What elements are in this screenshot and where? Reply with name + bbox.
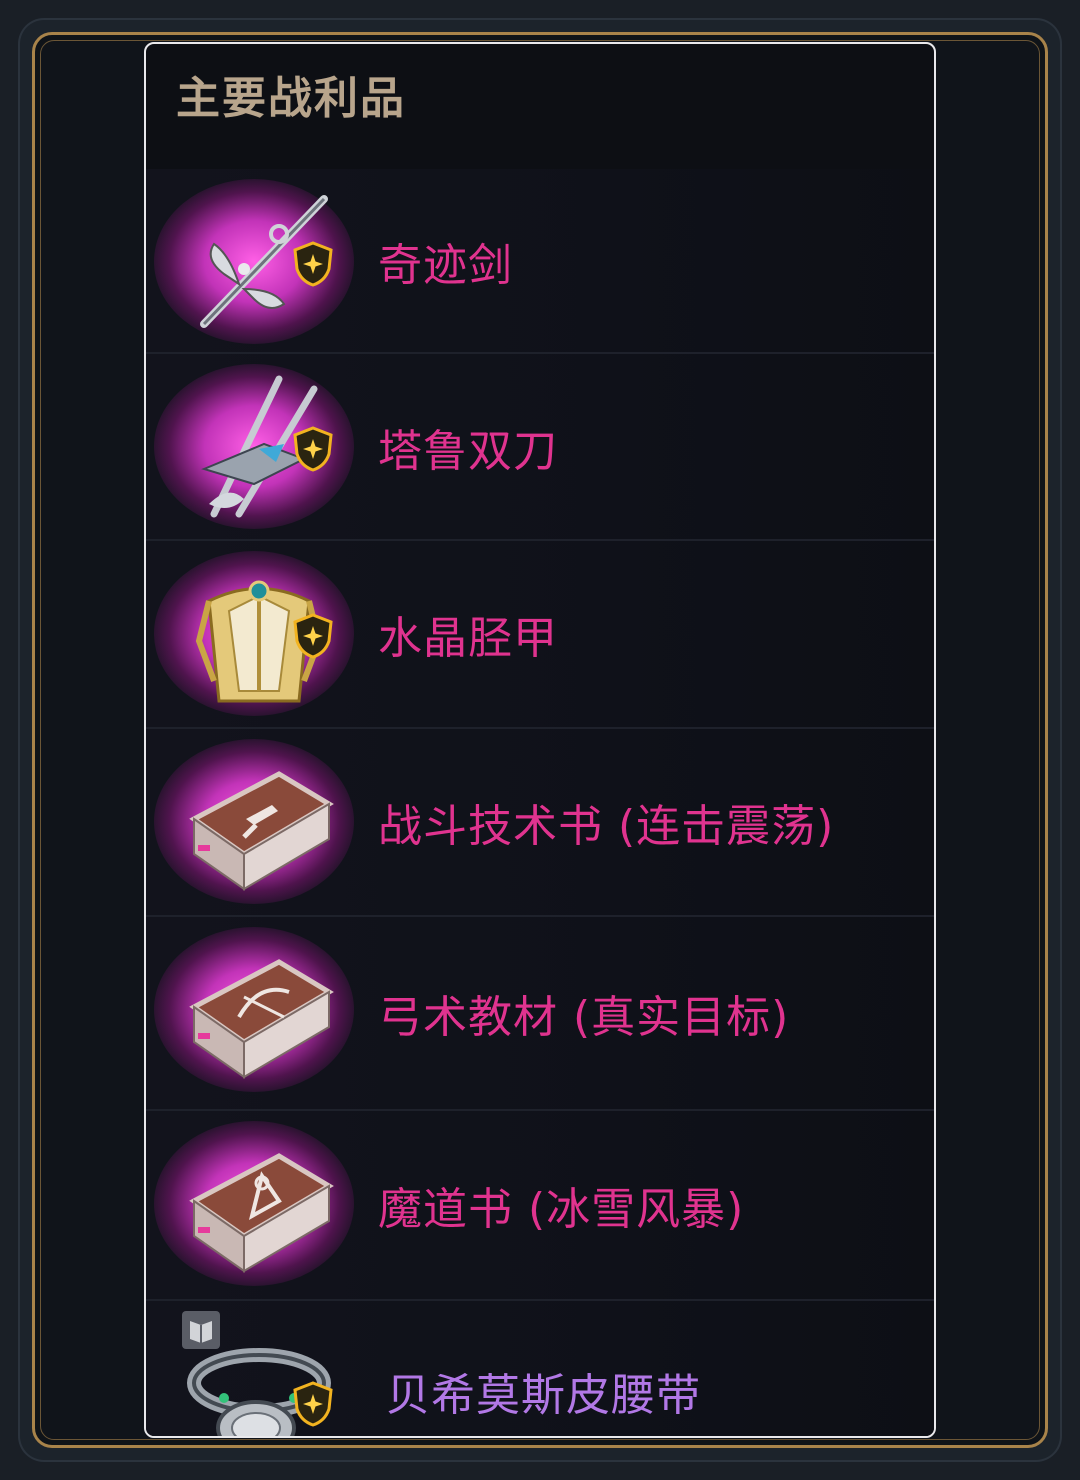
loot-item-miracle-sword[interactable]: 奇迹剑 xyxy=(146,169,934,354)
item-name: 魔道书 (冰雪风暴) xyxy=(378,1184,745,1235)
shield-badge-icon xyxy=(292,1381,334,1427)
shield-badge-icon xyxy=(292,241,334,287)
loot-item-archery-book[interactable]: 弓术教材 (真实目标) xyxy=(146,917,934,1111)
loot-item-behemoth-belt[interactable]: 贝希莫斯皮腰带 xyxy=(146,1301,934,1436)
loot-item-dual-blades[interactable]: 塔鲁双刀 xyxy=(146,354,934,541)
loot-list: 奇迹剑 塔鲁双刀 水晶胫甲 战斗技术书 (连击震荡) 弓术教材 (真实目标) 魔… xyxy=(146,169,934,1436)
item-name: 塔鲁双刀 xyxy=(378,425,558,477)
loot-item-crystal-greaves[interactable]: 水晶胫甲 xyxy=(146,541,934,729)
loot-item-combat-book[interactable]: 战斗技术书 (连击震荡) xyxy=(146,729,934,917)
loot-item-magic-book[interactable]: 魔道书 (冰雪风暴) xyxy=(146,1111,934,1301)
loot-panel: 主要战利品 奇迹剑 塔鲁双刀 水晶胫甲 战斗技术书 (连击震荡) 弓术教材 (真… xyxy=(144,42,936,1438)
shield-badge-icon xyxy=(292,613,334,659)
skill-book-icon xyxy=(184,1131,334,1281)
item-name: 弓术教材 (真实目标) xyxy=(378,992,790,1043)
item-name: 水晶胫甲 xyxy=(378,613,558,664)
shield-badge-icon xyxy=(292,426,334,472)
item-name: 战斗技术书 (连击震荡) xyxy=(378,801,835,852)
item-name: 贝希莫斯皮腰带 xyxy=(386,1370,701,1421)
panel-title: 主要战利品 xyxy=(176,73,406,124)
skill-book-icon xyxy=(184,749,334,899)
item-name: 奇迹剑 xyxy=(378,239,513,291)
skill-book-icon xyxy=(184,937,334,1087)
